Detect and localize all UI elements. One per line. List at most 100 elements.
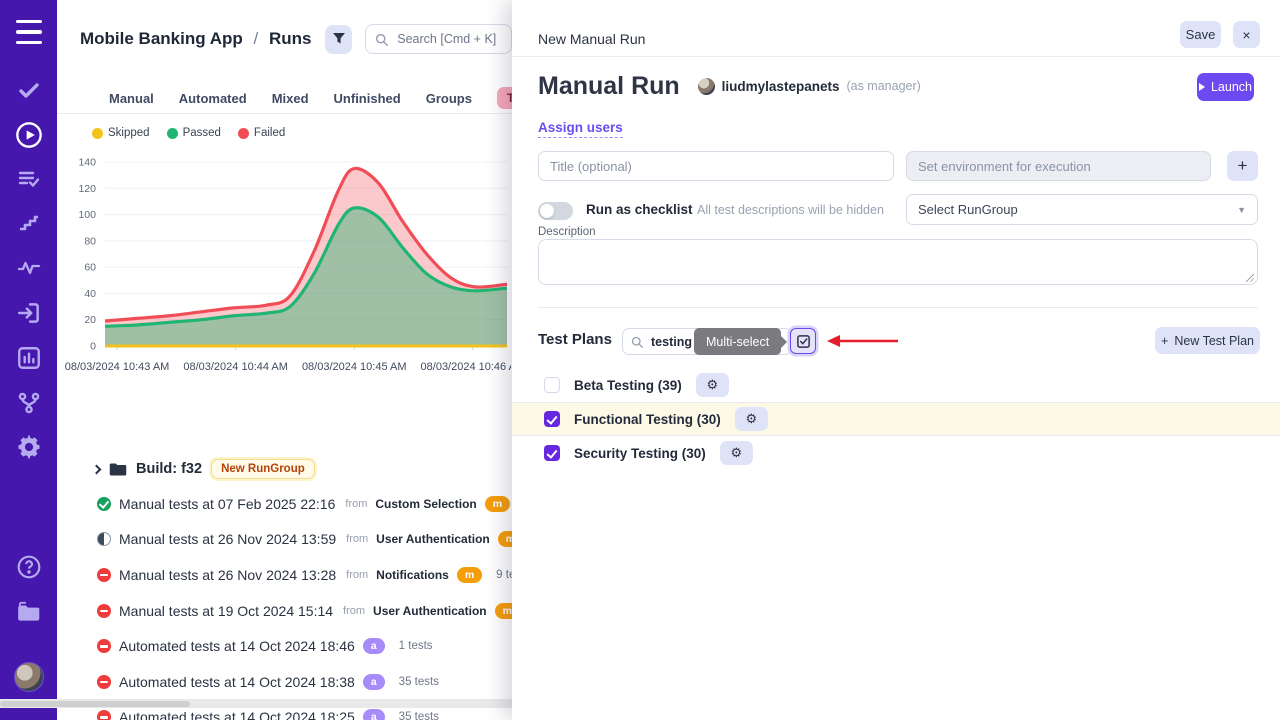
svg-text:120: 120 <box>78 183 96 195</box>
add-environment-button[interactable]: + <box>1227 151 1258 181</box>
svg-text:140: 140 <box>78 157 96 169</box>
run-row[interactable]: Automated tests at 14 Oct 2024 18:46a1 t… <box>57 628 512 664</box>
svg-text:08/03/2024 10:45 AM: 08/03/2024 10:45 AM <box>302 361 407 373</box>
modal-header: New Manual Run Save × <box>512 0 1280 57</box>
in_progress-status-icon <box>97 532 111 546</box>
plan-settings-button[interactable]: ⚙ <box>735 407 768 431</box>
horizontal-scrollbar[interactable] <box>0 699 512 708</box>
tab-manual[interactable]: Manual <box>109 91 154 106</box>
tab-unfinished[interactable]: Unfinished <box>334 91 401 106</box>
checklist-label: Run as checklist <box>586 202 693 217</box>
activity-icon[interactable] <box>0 256 57 280</box>
environment-input[interactable] <box>906 151 1211 181</box>
run-title-input[interactable] <box>538 151 894 181</box>
divider <box>57 113 512 114</box>
plan-label[interactable]: Beta Testing (39) <box>574 378 682 393</box>
checklist-hint: All test descriptions will be hidden <box>697 203 884 217</box>
test-plan-row[interactable]: Functional Testing (30) ⚙ <box>512 402 1280 436</box>
run-as-checklist-toggle[interactable] <box>538 202 573 220</box>
passed-status-icon <box>97 497 111 511</box>
plan-checkbox[interactable] <box>544 445 560 461</box>
svg-text:20: 20 <box>84 314 96 326</box>
run-play-icon[interactable] <box>0 121 57 149</box>
chevron-right-icon[interactable] <box>92 464 102 474</box>
run-source[interactable]: User Authentication <box>376 532 490 546</box>
run-title[interactable]: Automated tests at 14 Oct 2024 18:46 <box>119 638 355 654</box>
plan-settings-button[interactable]: ⚙ <box>720 441 753 465</box>
failed-status-icon <box>97 639 111 653</box>
plan-label[interactable]: Functional Testing (30) <box>574 412 721 427</box>
close-icon[interactable]: × <box>1233 21 1260 48</box>
breadcrumb-project[interactable]: Mobile Banking App <box>80 29 243 48</box>
run-title[interactable]: Manual tests at 26 Nov 2024 13:59 <box>119 531 336 547</box>
user-avatar[interactable] <box>0 662 57 692</box>
run-source[interactable]: Notifications <box>376 568 449 582</box>
menu-icon[interactable] <box>0 16 57 48</box>
rungroup-label[interactable]: Build: f32 <box>136 461 202 477</box>
test-plans-list: Beta Testing (39)⚙Functional Testing (30… <box>512 368 1280 470</box>
assign-users-link[interactable]: Assign users <box>538 120 623 138</box>
svg-text:08/03/2024 10:44 AM: 08/03/2024 10:44 AM <box>183 361 288 373</box>
multi-select-button[interactable] <box>790 328 816 354</box>
resize-grip-icon[interactable] <box>1246 274 1254 282</box>
run-test-count: 35 tests <box>399 676 439 688</box>
import-icon[interactable] <box>0 300 57 326</box>
run-row[interactable]: Manual tests at 19 Oct 2024 15:14fromUse… <box>57 593 512 629</box>
svg-text:08/03/2024 10:46 AM: 08/03/2024 10:46 AM <box>421 361 511 373</box>
new-test-plan-button[interactable]: + New Test Plan <box>1155 327 1260 354</box>
run-row[interactable]: Manual tests at 26 Nov 2024 13:28fromNot… <box>57 557 512 593</box>
run-source[interactable]: Custom Selection <box>375 497 476 511</box>
manager-name[interactable]: liudmylastepanets <box>722 79 840 94</box>
search-icon <box>375 33 388 46</box>
tab-mixed[interactable]: Mixed <box>272 91 309 106</box>
rungroup-select[interactable]: Select RunGroup ▼ <box>906 194 1258 225</box>
rungroup-row[interactable]: Build: f32 New RunGroup <box>57 452 512 486</box>
breadcrumb-current: Runs <box>269 29 312 48</box>
run-row[interactable]: Automated tests at 14 Oct 2024 18:38a35 … <box>57 664 512 700</box>
run-row[interactable]: Manual tests at 07 Feb 2025 22:16fromCus… <box>57 486 512 522</box>
legend-item-skipped: Skipped <box>92 127 150 139</box>
check-icon[interactable] <box>0 78 57 102</box>
run-title[interactable]: Manual tests at 19 Oct 2024 15:14 <box>119 603 333 619</box>
run-title[interactable]: Manual tests at 26 Nov 2024 13:28 <box>119 567 336 583</box>
run-title[interactable]: Manual tests at 07 Feb 2025 22:16 <box>119 496 335 512</box>
plan-label[interactable]: Security Testing (30) <box>574 446 706 461</box>
projects-folder-icon[interactable] <box>0 599 57 625</box>
run-title[interactable]: Automated tests at 14 Oct 2024 18:25 <box>119 709 355 720</box>
launch-button[interactable]: Launch <box>1197 73 1254 101</box>
checklist-icon[interactable] <box>0 167 57 191</box>
description-textarea[interactable] <box>538 239 1258 285</box>
plan-settings-button[interactable]: ⚙ <box>696 373 729 397</box>
plus-icon: + <box>1161 334 1168 348</box>
failed-status-icon <box>97 710 111 720</box>
plan-checkbox[interactable] <box>544 411 560 427</box>
test-plan-row[interactable]: Beta Testing (39) ⚙ <box>512 368 1280 402</box>
run-source[interactable]: User Authentication <box>373 604 487 618</box>
plan-checkbox[interactable] <box>544 377 560 393</box>
save-button[interactable]: Save <box>1180 21 1221 48</box>
settings-gear-icon[interactable] <box>0 433 57 461</box>
test-plan-row[interactable]: Security Testing (30) ⚙ <box>512 436 1280 470</box>
chart-legend: SkippedPassedFailed <box>92 127 285 139</box>
steps-icon[interactable] <box>0 211 57 235</box>
manager-avatar[interactable] <box>698 78 715 95</box>
legend-dot-icon <box>92 128 103 139</box>
filter-button[interactable] <box>325 25 352 54</box>
run-type-badge: m <box>495 603 512 619</box>
runs-tabbar: Manual Automated Mixed Unfinished Groups Tr <box>57 84 512 112</box>
analytics-icon[interactable] <box>0 345 57 371</box>
tab-groups[interactable]: Groups <box>426 91 472 106</box>
run-type-badge: a <box>363 709 385 720</box>
tab-trash[interactable]: Tr <box>497 87 512 109</box>
search-input[interactable] <box>395 31 505 47</box>
run-test-count: 1 tests <box>399 640 433 652</box>
run-title[interactable]: Automated tests at 14 Oct 2024 18:38 <box>119 674 355 690</box>
run-row[interactable]: Manual tests at 26 Nov 2024 13:59fromUse… <box>57 522 512 558</box>
svg-text:08/03/2024 10:43 AM: 08/03/2024 10:43 AM <box>65 361 170 373</box>
scrollbar-thumb[interactable] <box>0 701 190 707</box>
branch-icon[interactable] <box>0 390 57 416</box>
annotation-arrow <box>826 334 900 348</box>
help-icon[interactable] <box>0 554 57 580</box>
description-label: Description <box>538 226 596 238</box>
tab-automated[interactable]: Automated <box>179 91 247 106</box>
